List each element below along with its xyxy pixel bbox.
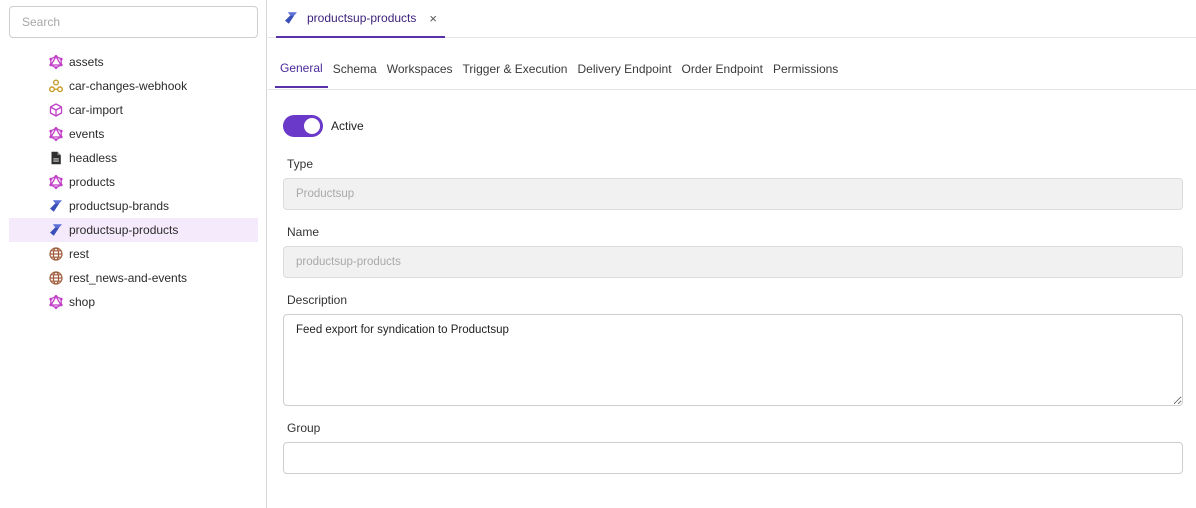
sidebar-item-label: products	[69, 175, 116, 189]
active-toggle[interactable]	[283, 115, 323, 137]
productsup-icon	[49, 223, 63, 237]
graphql-icon	[49, 295, 63, 309]
toggle-knob	[304, 118, 320, 134]
webhook-icon	[49, 79, 63, 93]
description-field[interactable]: Feed export for syndication to Productsu…	[283, 314, 1183, 406]
sidebar: assets car-changes-webhook car-import event…	[0, 0, 267, 508]
sidebar-item-productsup-products[interactable]: productsup-products	[9, 218, 258, 242]
productsup-icon	[49, 199, 63, 213]
sidebar-item-label: events	[69, 127, 105, 141]
graphql-icon	[49, 127, 63, 141]
endpoint-tree: assets car-changes-webhook car-import event…	[9, 50, 258, 314]
sidebar-item-productsup-brands[interactable]: productsup-brands	[9, 194, 258, 218]
settings-tabs: General Schema Workspaces Trigger & Executi…	[275, 50, 843, 90]
tab-general[interactable]: General	[275, 50, 328, 88]
sidebar-item-label: rest	[69, 247, 90, 261]
sidebar-item-label: assets	[69, 55, 104, 69]
description-label: Description	[287, 293, 348, 307]
document-icon	[49, 151, 63, 165]
sidebar-item-rest[interactable]: rest	[9, 242, 258, 266]
globe-icon	[49, 247, 63, 261]
graphql-icon	[49, 55, 63, 69]
close-icon[interactable]: ×	[429, 11, 437, 26]
name-field	[283, 246, 1183, 278]
tab-permissions[interactable]: Permissions	[768, 50, 843, 88]
sidebar-item-assets[interactable]: assets	[9, 50, 258, 74]
active-label: Active	[331, 119, 364, 133]
document-tab-bar: productsup-products ×	[268, 0, 1196, 38]
sidebar-item-car-import[interactable]: car-import	[9, 98, 258, 122]
sidebar-item-products[interactable]: products	[9, 170, 258, 194]
main-panel: productsup-products × General Schema Works…	[268, 0, 1196, 508]
group-field[interactable]	[283, 442, 1183, 474]
tabs-divider	[268, 89, 1196, 90]
group-label: Group	[287, 421, 321, 435]
tab-trigger-execution[interactable]: Trigger & Execution	[458, 50, 573, 88]
sidebar-item-rest-news-and-events[interactable]: rest_news-and-events	[9, 266, 258, 290]
tab-schema[interactable]: Schema	[328, 50, 382, 88]
sidebar-item-label: productsup-brands	[69, 199, 170, 213]
sidebar-item-label: rest_news-and-events	[69, 271, 188, 285]
search-input[interactable]	[9, 6, 258, 38]
sidebar-item-label: car-import	[69, 103, 124, 117]
graphql-icon	[49, 175, 63, 189]
document-tab-productsup-products[interactable]: productsup-products ×	[276, 0, 445, 38]
globe-icon	[49, 271, 63, 285]
cube-import-icon	[49, 103, 63, 117]
document-tab-label: productsup-products	[307, 11, 417, 25]
sidebar-item-headless[interactable]: headless	[9, 146, 258, 170]
sidebar-item-label: shop	[69, 295, 96, 309]
name-label: Name	[287, 225, 320, 239]
type-label: Type	[287, 157, 314, 171]
tab-delivery-endpoint[interactable]: Delivery Endpoint	[572, 50, 676, 88]
tab-order-endpoint[interactable]: Order Endpoint	[677, 50, 768, 88]
sidebar-item-events[interactable]: events	[9, 122, 258, 146]
type-field	[283, 178, 1183, 210]
sidebar-item-label: productsup-products	[69, 223, 179, 237]
sidebar-item-shop[interactable]: shop	[9, 290, 258, 314]
productsup-icon	[284, 11, 298, 25]
sidebar-item-car-changes-webhook[interactable]: car-changes-webhook	[9, 74, 258, 98]
sidebar-item-label: car-changes-webhook	[69, 79, 188, 93]
tab-workspaces[interactable]: Workspaces	[382, 50, 458, 88]
sidebar-item-label: headless	[69, 151, 118, 165]
